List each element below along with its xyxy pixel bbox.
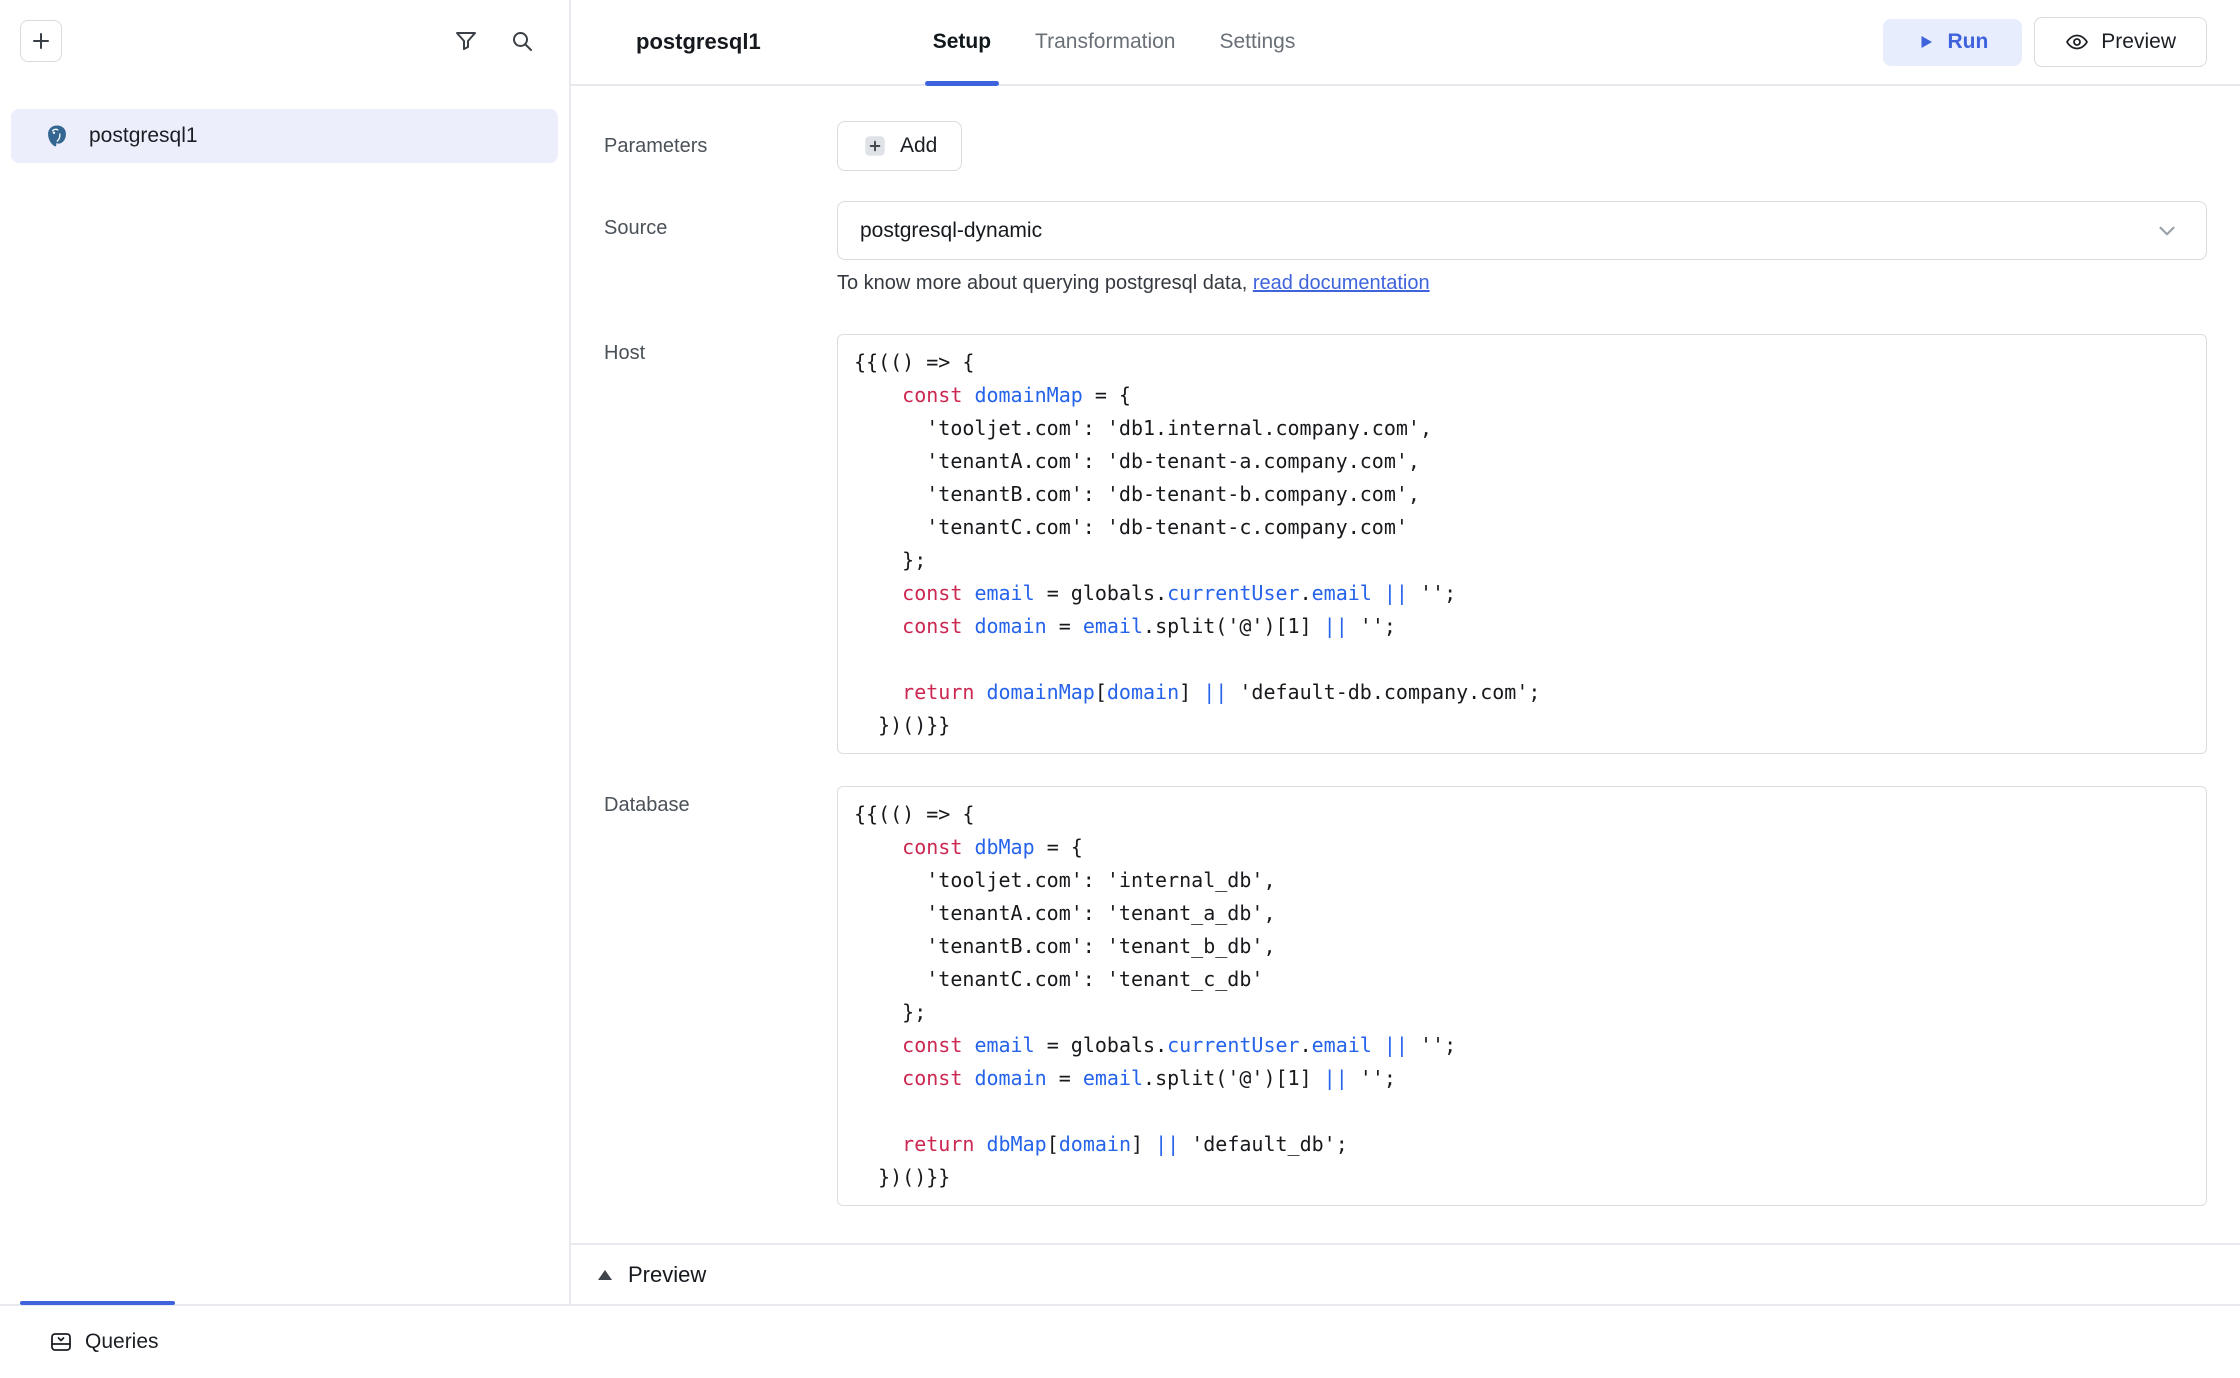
preview-button[interactable]: Preview xyxy=(2034,17,2207,67)
preview-section-header[interactable]: Preview xyxy=(571,1243,2240,1304)
app-footer: Queries xyxy=(0,1304,2240,1378)
plus-icon xyxy=(29,29,53,53)
host-row: Host {{(() => { const domainMap = { 'too… xyxy=(604,334,2207,754)
run-button[interactable]: Run xyxy=(1883,19,2022,66)
tab-transformation[interactable]: Transformation xyxy=(1035,0,1175,84)
search-icon[interactable] xyxy=(510,29,534,53)
postgresql-icon xyxy=(44,123,70,149)
preview-button-label: Preview xyxy=(2101,30,2176,54)
parameters-label: Parameters xyxy=(604,135,837,158)
parameters-row: Parameters Add xyxy=(604,121,2207,171)
add-query-button[interactable] xyxy=(20,20,62,62)
query-list: postgresql1 xyxy=(0,109,569,163)
host-field: {{(() => { const domainMap = { 'tooljet.… xyxy=(837,334,2207,754)
source-row: Source postgresql-dynamic To know more a… xyxy=(604,201,2207,295)
read-documentation-link[interactable]: read documentation xyxy=(1253,272,1430,294)
filter-icon[interactable] xyxy=(454,29,478,53)
query-title: postgresql1 xyxy=(636,29,761,55)
sidebar-toolbar-icons xyxy=(454,29,534,53)
database-field: {{(() => { const dbMap = { 'tooljet.com'… xyxy=(837,786,2207,1206)
query-editor-page: postgresql1 postgresql1 Setup Transforma… xyxy=(0,0,2240,1378)
source-select[interactable]: postgresql-dynamic xyxy=(837,201,2207,260)
chevron-down-icon xyxy=(2154,218,2180,244)
tab-setup[interactable]: Setup xyxy=(933,0,991,84)
source-label: Source xyxy=(604,201,837,240)
queries-panel-tab[interactable]: Queries xyxy=(0,1330,159,1354)
preview-section-label: Preview xyxy=(628,1262,706,1288)
source-helper-text: To know more about querying postgresql d… xyxy=(837,272,2207,295)
triangle-up-icon xyxy=(596,1267,614,1283)
query-item-label: postgresql1 xyxy=(89,124,198,148)
database-code-editor[interactable]: {{(() => { const dbMap = { 'tooljet.com'… xyxy=(837,786,2207,1206)
plus-square-icon xyxy=(862,133,888,159)
tab-settings-label: Settings xyxy=(1219,30,1295,54)
setup-form: Parameters Add xyxy=(571,86,2240,1243)
header-actions: Run Preview xyxy=(1883,17,2207,67)
source-helper-prefix: To know more about querying postgresql d… xyxy=(837,272,1253,294)
parameters-field: Add xyxy=(837,121,2207,171)
database-label: Database xyxy=(604,786,837,817)
sidebar-toolbar xyxy=(0,0,569,62)
queries-icon xyxy=(49,1330,73,1354)
add-parameter-label: Add xyxy=(900,134,937,158)
eye-icon xyxy=(2065,30,2089,54)
run-button-label: Run xyxy=(1947,30,1988,54)
host-label: Host xyxy=(604,334,837,365)
queries-sidebar: postgresql1 xyxy=(0,0,571,1304)
editor-tabs: Setup Transformation Settings xyxy=(933,0,1296,84)
queries-tab-indicator xyxy=(20,1301,175,1305)
add-parameter-button[interactable]: Add xyxy=(837,121,962,171)
query-editor-main: postgresql1 Setup Transformation Setting… xyxy=(571,0,2240,1304)
query-editor-header: postgresql1 Setup Transformation Setting… xyxy=(571,0,2240,86)
play-icon xyxy=(1917,33,1935,51)
source-select-value: postgresql-dynamic xyxy=(860,219,1042,243)
database-row: Database {{(() => { const dbMap = { 'too… xyxy=(604,786,2207,1206)
top-region: postgresql1 postgresql1 Setup Transforma… xyxy=(0,0,2240,1304)
tab-transformation-label: Transformation xyxy=(1035,30,1175,54)
tab-setup-label: Setup xyxy=(933,30,991,54)
tab-settings[interactable]: Settings xyxy=(1219,0,1295,84)
query-list-item-postgresql1[interactable]: postgresql1 xyxy=(11,109,558,163)
host-code-editor[interactable]: {{(() => { const domainMap = { 'tooljet.… xyxy=(837,334,2207,754)
queries-panel-label: Queries xyxy=(85,1330,159,1354)
source-field: postgresql-dynamic To know more about qu… xyxy=(837,201,2207,295)
